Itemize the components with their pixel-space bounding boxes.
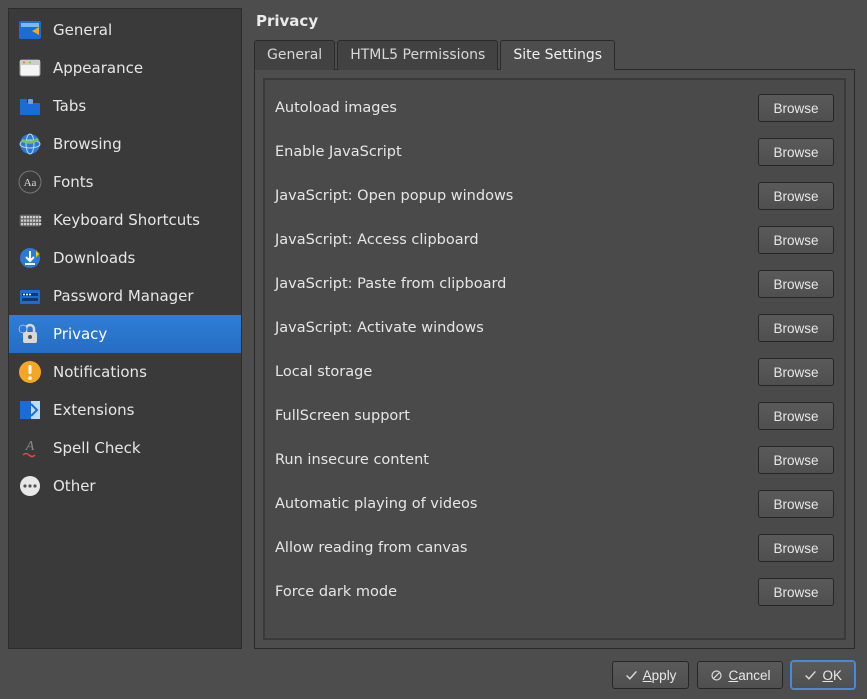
apply-button[interactable]: Apply (612, 661, 690, 689)
setting-label: JavaScript: Open popup windows (275, 188, 513, 204)
svg-text:Aa: Aa (24, 177, 37, 189)
apply-label: Apply (643, 668, 677, 683)
setting-row: JavaScript: Paste from clipboard Browse (275, 262, 834, 306)
browse-button[interactable]: Browse (758, 358, 834, 386)
ok-button[interactable]: OK (791, 661, 855, 689)
sidebar-item-appearance[interactable]: Appearance (9, 49, 241, 87)
browse-button[interactable]: Browse (758, 182, 834, 210)
setting-label: Force dark mode (275, 584, 397, 600)
sidebar-item-general[interactable]: General (9, 11, 241, 49)
tab-general[interactable]: General (254, 40, 335, 70)
setting-label: JavaScript: Paste from clipboard (275, 276, 506, 292)
setting-row: FullScreen support Browse (275, 394, 834, 438)
sidebar-item-label: General (53, 21, 112, 39)
sidebar-item-extensions[interactable]: Extensions (9, 391, 241, 429)
tab-site-settings[interactable]: Site Settings (500, 40, 615, 70)
sidebar: General Appearance Tabs Browsing Aa Fonts Keyb… (8, 8, 242, 649)
setting-row: Enable JavaScript Browse (275, 130, 834, 174)
privacy-icon (17, 321, 43, 347)
setting-label: Allow reading from canvas (275, 540, 467, 556)
setting-label: JavaScript: Access clipboard (275, 232, 479, 248)
sidebar-item-label: Downloads (53, 249, 135, 267)
setting-label: FullScreen support (275, 408, 410, 424)
sidebar-item-browsing[interactable]: Browsing (9, 125, 241, 163)
ok-label: OK (822, 668, 842, 683)
sidebar-item-downloads[interactable]: Downloads (9, 239, 241, 277)
check-icon (625, 669, 638, 682)
extensions-icon (17, 397, 43, 423)
sidebar-item-spell-check[interactable]: A Spell Check (9, 429, 241, 467)
other-icon (17, 473, 43, 499)
cancel-icon (710, 669, 723, 682)
page-title: Privacy (254, 8, 855, 40)
setting-label: JavaScript: Activate windows (275, 320, 484, 336)
sidebar-item-notifications[interactable]: Notifications (9, 353, 241, 391)
sidebar-item-keyboard-shortcuts[interactable]: Keyboard Shortcuts (9, 201, 241, 239)
cancel-button[interactable]: Cancel (697, 661, 783, 689)
sidebar-item-fonts[interactable]: Aa Fonts (9, 163, 241, 201)
setting-row: Automatic playing of videos Browse (275, 482, 834, 526)
setting-label: Enable JavaScript (275, 144, 402, 160)
notifications-icon (17, 359, 43, 385)
setting-row: JavaScript: Open popup windows Browse (275, 174, 834, 218)
setting-label: Run insecure content (275, 452, 429, 468)
setting-row: Force dark mode Browse (275, 570, 834, 614)
sidebar-item-label: Other (53, 477, 96, 495)
cancel-label: Cancel (728, 668, 770, 683)
browse-button[interactable]: Browse (758, 490, 834, 518)
sidebar-item-label: Privacy (53, 325, 107, 343)
setting-row: Allow reading from canvas Browse (275, 526, 834, 570)
tab-html5-permissions[interactable]: HTML5 Permissions (337, 40, 498, 70)
browse-button[interactable]: Browse (758, 314, 834, 342)
sidebar-item-label: Password Manager (53, 287, 194, 305)
sidebar-item-label: Browsing (53, 135, 122, 153)
browse-button[interactable]: Browse (758, 270, 834, 298)
main-container: General Appearance Tabs Browsing Aa Fonts Keyb… (0, 0, 867, 657)
settings-box: Autoload images Browse Enable JavaScript Br… (263, 78, 846, 640)
sidebar-item-label: Tabs (53, 97, 86, 115)
sidebar-item-label: Fonts (53, 173, 93, 191)
appearance-icon (17, 55, 43, 81)
sidebar-item-password-manager[interactable]: Password Manager (9, 277, 241, 315)
password-icon (17, 283, 43, 309)
browse-button[interactable]: Browse (758, 138, 834, 166)
setting-row: JavaScript: Access clipboard Browse (275, 218, 834, 262)
fonts-icon: Aa (17, 169, 43, 195)
sidebar-item-label: Notifications (53, 363, 147, 381)
check-icon (804, 669, 817, 682)
sidebar-item-label: Keyboard Shortcuts (53, 211, 200, 229)
setting-label: Local storage (275, 364, 372, 380)
general-icon (17, 17, 43, 43)
setting-label: Automatic playing of videos (275, 496, 477, 512)
downloads-icon (17, 245, 43, 271)
svg-text:A: A (25, 439, 35, 454)
browse-button[interactable]: Browse (758, 94, 834, 122)
tabs-icon (17, 93, 43, 119)
setting-row: Autoload images Browse (275, 86, 834, 130)
spellcheck-icon: A (17, 435, 43, 461)
tab-panel: Autoload images Browse Enable JavaScript Br… (254, 69, 855, 649)
browse-button[interactable]: Browse (758, 534, 834, 562)
browse-button[interactable]: Browse (758, 226, 834, 254)
browse-button[interactable]: Browse (758, 446, 834, 474)
setting-row: JavaScript: Activate windows Browse (275, 306, 834, 350)
content-area: Privacy GeneralHTML5 PermissionsSite Set… (246, 0, 867, 657)
sidebar-item-other[interactable]: Other (9, 467, 241, 505)
keyboard-icon (17, 207, 43, 233)
setting-row: Run insecure content Browse (275, 438, 834, 482)
sidebar-item-label: Appearance (53, 59, 143, 77)
sidebar-item-tabs[interactable]: Tabs (9, 87, 241, 125)
sidebar-item-privacy[interactable]: Privacy (9, 315, 241, 353)
browsing-icon (17, 131, 43, 157)
setting-row: Local storage Browse (275, 350, 834, 394)
sidebar-item-label: Extensions (53, 401, 134, 419)
footer: Apply Cancel OK (0, 657, 867, 699)
tabs-row: GeneralHTML5 PermissionsSite Settings (254, 40, 855, 70)
sidebar-item-label: Spell Check (53, 439, 141, 457)
setting-label: Autoload images (275, 100, 397, 116)
browse-button[interactable]: Browse (758, 578, 834, 606)
browse-button[interactable]: Browse (758, 402, 834, 430)
